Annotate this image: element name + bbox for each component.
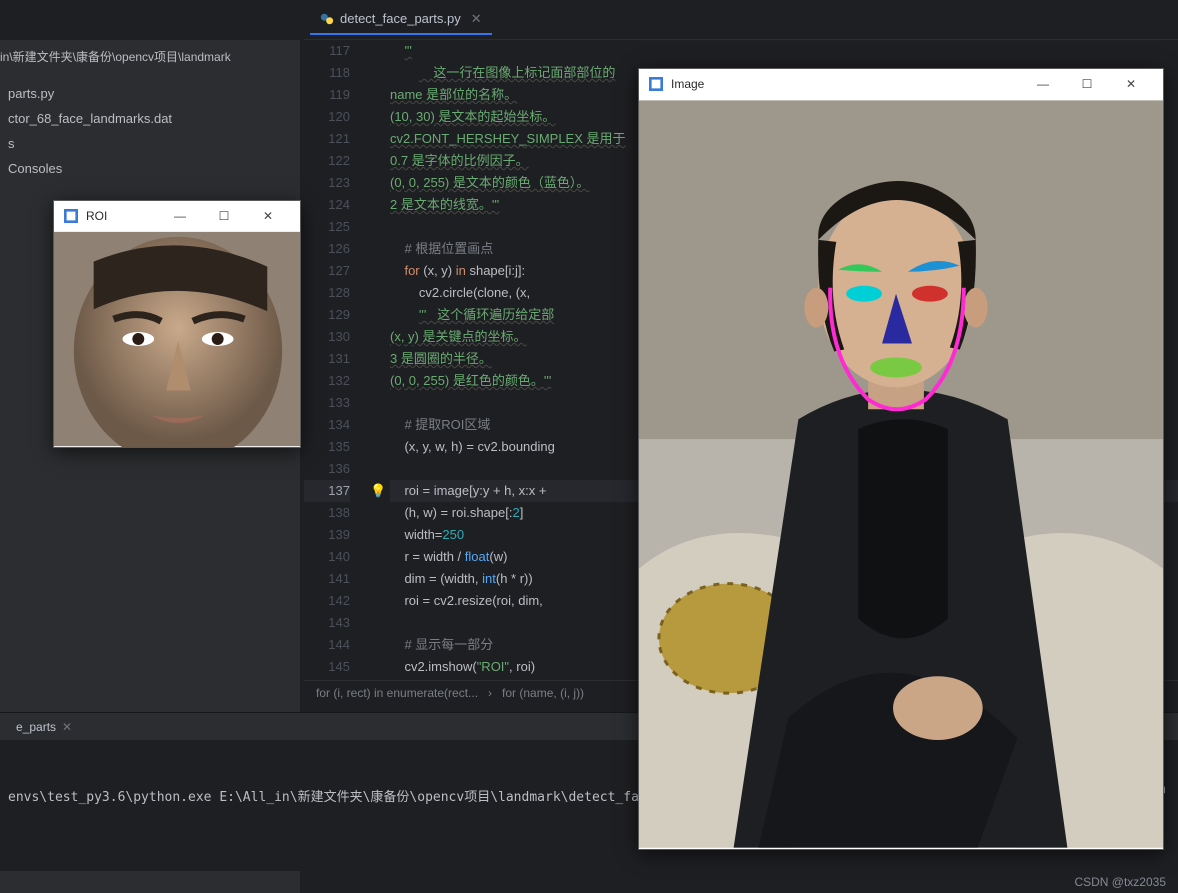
run-tab[interactable]: e_parts ✕ (8, 716, 80, 738)
project-file-item[interactable]: Consoles (0, 156, 300, 181)
output-image (639, 99, 1163, 849)
close-icon[interactable]: ✕ (62, 720, 72, 734)
close-tab-icon[interactable]: ✕ (467, 11, 482, 27)
roi-window[interactable]: ROI — ☐ ✕ (53, 200, 301, 448)
line-number-gutter: 1171181191201211221231241251261271281291… (304, 40, 360, 678)
lightbulb-icon[interactable]: 💡 (370, 480, 386, 502)
maximize-icon[interactable]: ☐ (1065, 69, 1109, 99)
app-icon (649, 77, 663, 91)
project-file-item[interactable]: ctor_68_face_landmarks.dat (0, 106, 300, 131)
minimize-icon[interactable]: — (1021, 69, 1065, 99)
crumb-segment[interactable]: for (i, rect) in enumerate(rect... (316, 686, 478, 700)
python-file-icon (320, 12, 334, 26)
right-eye-overlay (846, 286, 882, 302)
editor-tab-active[interactable]: detect_face_parts.py ✕ (310, 5, 492, 35)
status-watermark: CSDN @txz2035 (1074, 875, 1166, 889)
crumb-segment[interactable]: for (name, (i, j)) (502, 686, 584, 700)
image-window[interactable]: Image — ☐ ✕ (638, 68, 1164, 850)
maximize-icon[interactable]: ☐ (202, 201, 246, 231)
project-file-list: parts.pyctor_68_face_landmarks.datsConso… (0, 75, 300, 187)
window-title: ROI (86, 209, 107, 223)
close-icon[interactable]: ✕ (1109, 69, 1153, 99)
mouth-overlay (870, 357, 922, 377)
left-eye-overlay (912, 286, 948, 302)
window-titlebar[interactable]: ROI — ☐ ✕ (54, 201, 300, 231)
window-title: Image (671, 77, 704, 91)
tab-label: detect_face_parts.py (340, 11, 461, 26)
project-file-item[interactable]: s (0, 131, 300, 156)
project-file-item[interactable]: parts.py (0, 81, 300, 106)
roi-image (54, 231, 300, 447)
minimize-icon[interactable]: — (158, 201, 202, 231)
close-icon[interactable]: ✕ (246, 201, 290, 231)
project-path: in\新建文件夹\康备份\opencv项目\landmark (0, 40, 300, 75)
run-tab-label: e_parts (16, 720, 56, 734)
window-titlebar[interactable]: Image — ☐ ✕ (639, 69, 1163, 99)
chevron-right-icon: › (488, 686, 492, 700)
app-icon (64, 209, 78, 223)
editor-tab-bar: detect_face_parts.py ✕ (304, 0, 1178, 40)
